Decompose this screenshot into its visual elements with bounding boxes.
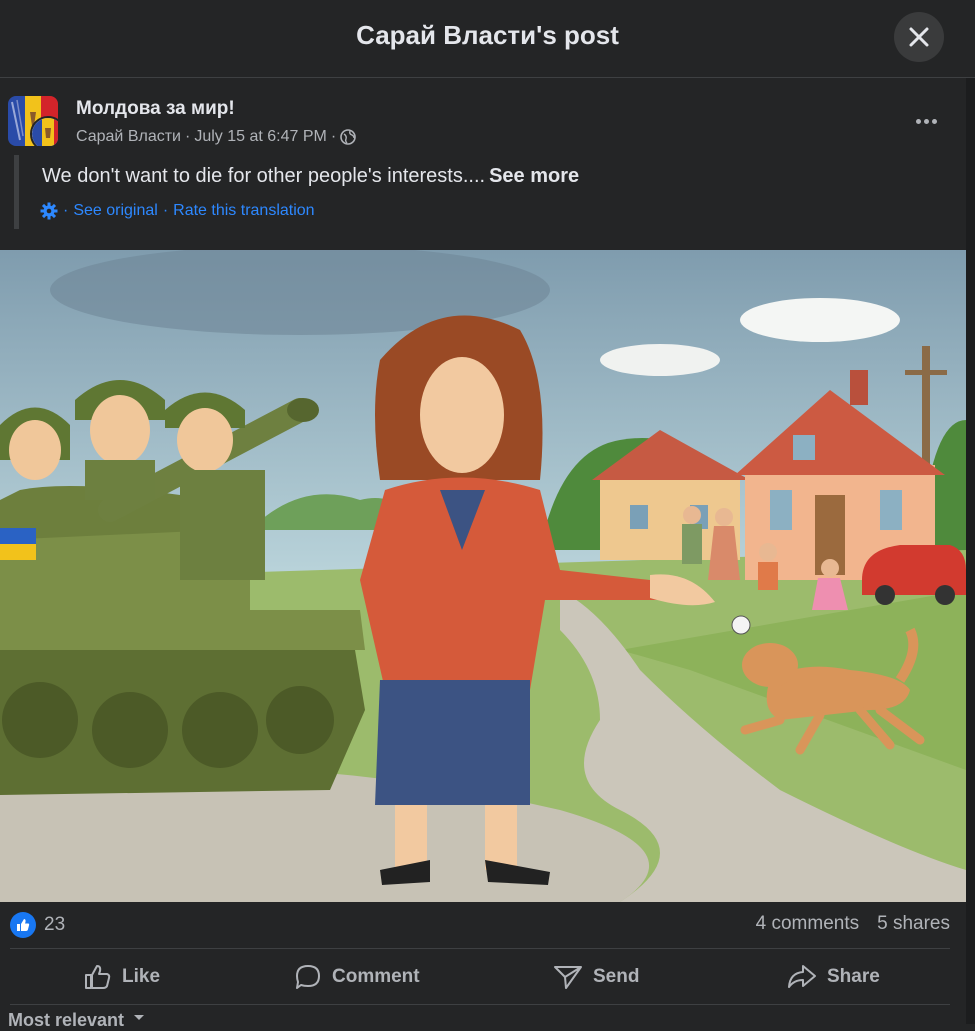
- share-count[interactable]: 5 shares: [877, 913, 950, 935]
- close-icon: [909, 27, 929, 47]
- see-more-link[interactable]: See more: [489, 165, 579, 187]
- chevron-down-icon: [134, 1015, 145, 1020]
- thumbs-up-icon: [17, 919, 30, 931]
- comment-button[interactable]: Comment: [294, 959, 420, 995]
- more-options-button[interactable]: [906, 106, 946, 136]
- like-reaction-badge[interactable]: [10, 912, 36, 938]
- meta-separator: ·: [162, 202, 169, 219]
- see-original-link[interactable]: See original: [73, 202, 158, 220]
- author-name[interactable]: Молдова за мир!: [76, 98, 235, 120]
- scrollbar[interactable]: [966, 78, 975, 1024]
- gear-icon: [40, 202, 58, 220]
- thumbs-up-icon: [85, 965, 111, 989]
- like-label: Like: [122, 966, 161, 987]
- dialog-title: Сарай Власти's post: [356, 20, 619, 50]
- post-image[interactable]: [0, 250, 966, 902]
- post-author-row: Молдова за мир! Сарай Власти · July 15 a…: [8, 96, 958, 152]
- comment-icon: [296, 965, 320, 989]
- post-timestamp[interactable]: July 15 at 6:47 PM: [194, 128, 327, 146]
- page-name-link[interactable]: Сарай Власти: [76, 128, 181, 146]
- comment-label: Comment: [332, 966, 420, 987]
- comment-sort-label: Most relevant: [8, 1010, 125, 1030]
- post-dialog-header: Сарай Власти's post: [0, 0, 975, 78]
- more-icon: [915, 118, 937, 124]
- post-body: We don't want to die for other people's …: [42, 165, 486, 187]
- engagement-counts: 4 comments 5 shares: [756, 913, 950, 935]
- profile-avatar-badge: [30, 116, 58, 146]
- post-actions: Like Comment Send Share: [10, 948, 950, 1005]
- like-button[interactable]: Like: [84, 959, 160, 995]
- globe-icon: [340, 129, 356, 145]
- reactions-bar: 23 4 comments 5 shares: [0, 902, 966, 948]
- share-button[interactable]: Share: [787, 959, 880, 995]
- meta-separator: ·: [330, 128, 337, 145]
- translation-quote-bar: [14, 155, 19, 229]
- post-meta: Сарай Власти · July 15 at 6:47 PM ·: [76, 128, 356, 146]
- rate-translation-link[interactable]: Rate this translation: [173, 202, 314, 220]
- meta-separator: ·: [184, 128, 191, 145]
- send-icon: [554, 966, 582, 989]
- share-label: Share: [827, 966, 880, 987]
- post-text: We don't want to die for other people's …: [42, 165, 579, 188]
- send-button[interactable]: Send: [553, 959, 639, 995]
- translation-row: · See original · Rate this translation: [40, 202, 315, 220]
- page-avatar[interactable]: [8, 96, 58, 146]
- share-icon: [788, 965, 816, 988]
- comment-sort-dropdown[interactable]: Most relevant: [8, 1010, 146, 1031]
- send-label: Send: [593, 966, 640, 987]
- comment-count[interactable]: 4 comments: [756, 913, 859, 935]
- close-button[interactable]: [894, 12, 944, 62]
- meta-separator: ·: [63, 202, 69, 219]
- reaction-count[interactable]: 23: [44, 914, 65, 936]
